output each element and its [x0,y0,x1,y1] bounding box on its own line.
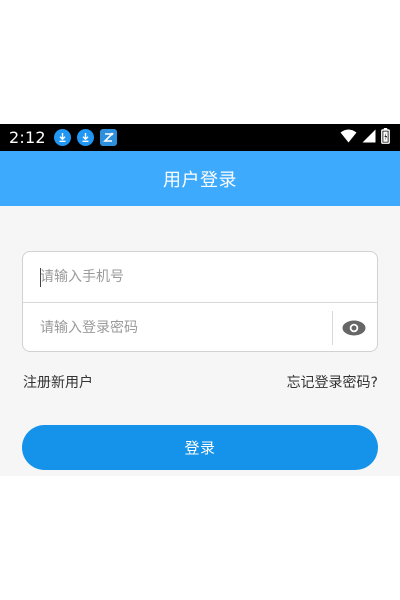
page-title: 用户登录 [163,169,237,191]
links-row: 注册新用户 忘记登录密码? [23,372,378,392]
cell-signal-icon [362,128,376,147]
forgot-password-link[interactable]: 忘记登录密码? [287,372,378,392]
status-bar-left: 2:12 [9,128,117,147]
register-link[interactable]: 注册新用户 [23,372,93,392]
download-icon [53,129,71,146]
app-bar: 用户登录 [0,151,400,206]
login-form [22,251,378,352]
wifi-icon [340,128,357,147]
status-bar-right [340,127,390,148]
battery-icon [381,127,390,148]
app-notification-icon [99,129,117,146]
show-password-eye-icon[interactable] [341,318,367,338]
phone-input[interactable] [23,252,377,302]
login-button[interactable]: 登录 [22,425,378,470]
status-time: 2:12 [9,128,46,147]
status-bar: 2:12 [0,124,400,151]
phone-field-row [23,252,377,302]
password-input[interactable] [23,303,332,351]
password-field-row [23,302,377,351]
download-icon [76,129,94,146]
field-divider [332,311,333,345]
text-cursor [40,268,41,287]
login-content: 注册新用户 忘记登录密码? 登录 [0,206,400,476]
